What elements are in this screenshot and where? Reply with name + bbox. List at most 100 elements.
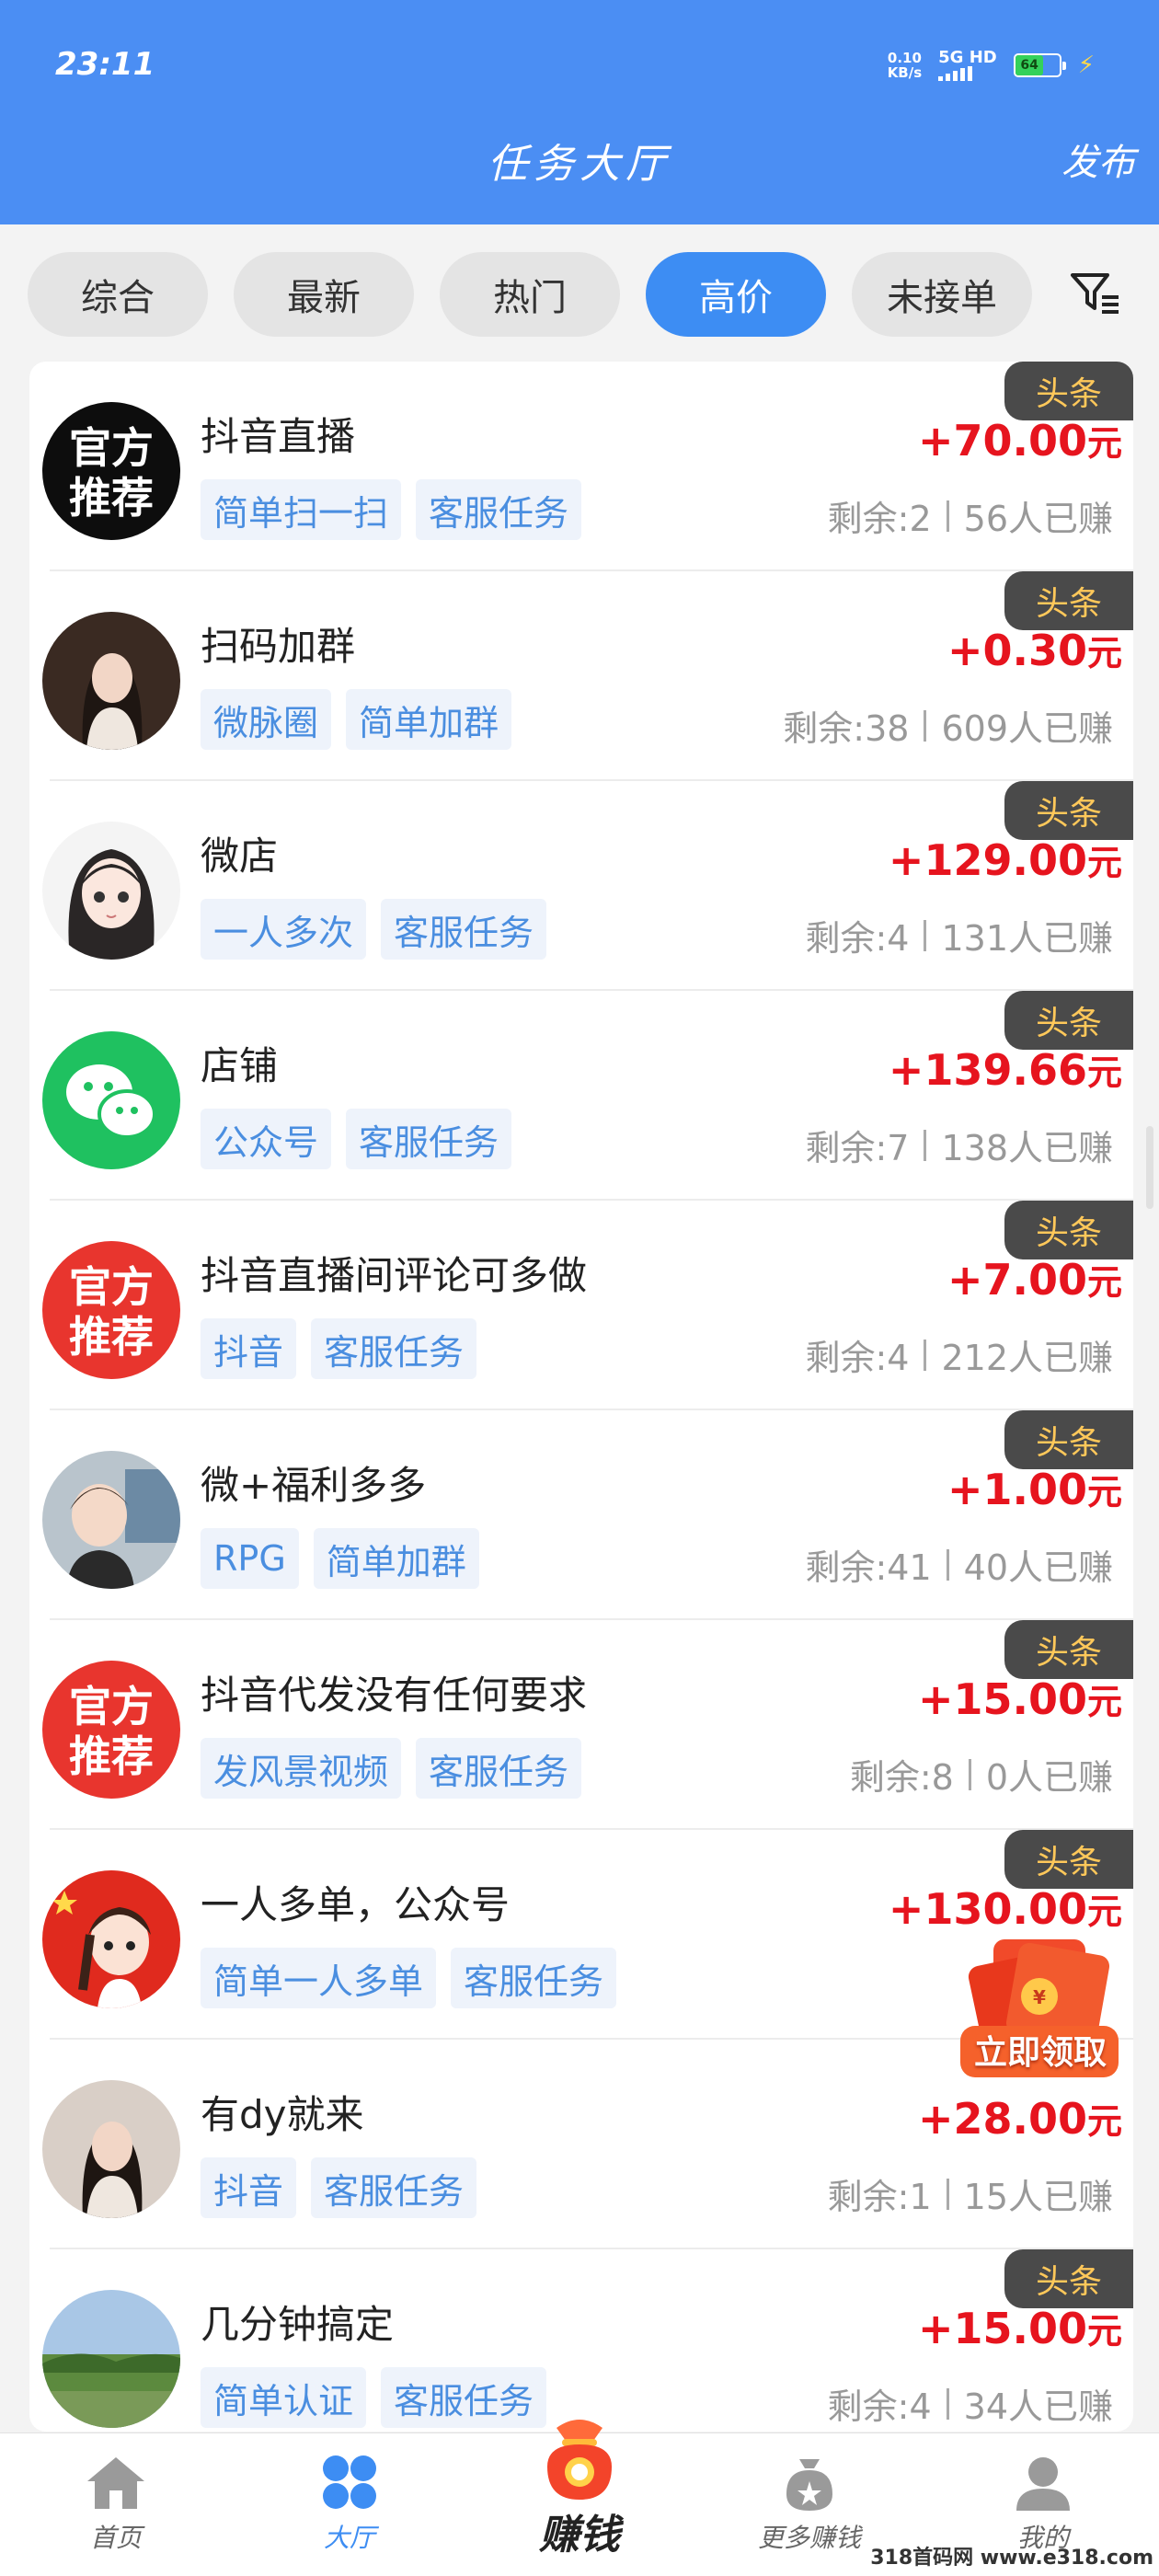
remaining-count: 剩余:8 (849, 1757, 954, 1798)
task-stats: 剩余:2 56人已赚 (828, 490, 1113, 541)
task-title: 几分钟搞定 (201, 2302, 395, 2347)
avatar (42, 822, 180, 960)
earned-count: 34人已赚 (963, 2386, 1113, 2427)
task-tag: 简单加群 (346, 689, 512, 750)
tab-high-price[interactable]: 高价 (646, 252, 826, 337)
tab-comprehensive[interactable]: 综合 (28, 252, 208, 337)
task-price: +130.00元 (889, 1883, 1122, 1934)
task-row[interactable]: 几分钟搞定 简单认证 客服任务 头条 +15.00元 剩余:4 34人已赚 (29, 2249, 1133, 2432)
task-row[interactable]: 店铺 公众号 客服任务 头条 +139.66元 剩余:7 138人已赚 (29, 991, 1133, 1201)
remaining-count: 剩余:1 (827, 2177, 932, 2217)
tab-hot[interactable]: 热门 (440, 252, 620, 337)
task-title: 抖音直播间评论可多做 (201, 1253, 588, 1298)
wechat-image (42, 1031, 180, 1169)
tab-latest[interactable]: 最新 (234, 252, 414, 337)
task-price: +7.00元 (947, 1254, 1122, 1305)
earned-count: 609人已赚 (941, 708, 1113, 749)
nav-mine[interactable]: 我的 (970, 2454, 1117, 2555)
watermark: 318首码网 www.e318.com (870, 2547, 1153, 2570)
task-tag: 发风景视频 (201, 1738, 402, 1799)
app-header: 23:11 0.10 KB/s 5G HD 64 ⚡ 任务大厅 发布 (0, 0, 1159, 224)
price-unit: 元 (1086, 2311, 1122, 2352)
nav-home[interactable]: 首页 (42, 2454, 189, 2555)
task-list: 官方 推荐 抖音直播 简单扫一扫 客服任务 头条 +70.00元 剩余:2 56人已赚 扫码加… (29, 362, 1133, 2432)
task-tags: 抖音 客服任务 (201, 1318, 477, 1379)
task-tag: 客服任务 (381, 899, 547, 960)
stats-separator (924, 1129, 927, 1161)
stats-separator (924, 1339, 927, 1371)
task-stats: 剩余:1 15人已赚 (828, 2168, 1113, 2219)
price-unit: 元 (1086, 843, 1122, 883)
task-stats: 剩余:41 40人已赚 (805, 1539, 1113, 1590)
remaining-count: 剩余:4 (805, 918, 910, 959)
battery-icon: 64 (1013, 53, 1066, 77)
price-unit: 元 (1086, 1262, 1122, 1303)
avatar (42, 2080, 180, 2218)
price-value: +70.00 (917, 416, 1087, 466)
headline-badge: 头条 (1004, 1201, 1133, 1259)
stats-separator (924, 919, 927, 951)
filter-icon[interactable] (1067, 266, 1122, 321)
price-value: +1.00 (947, 1465, 1087, 1514)
headline-badge: 头条 (1004, 1830, 1133, 1889)
nav-hall[interactable]: 大厅 (276, 2454, 423, 2555)
earned-count: 56人已赚 (963, 499, 1113, 539)
status-time: 23:11 (55, 46, 155, 83)
task-tags: 一人多次 客服任务 (201, 899, 547, 960)
price-value: +15.00 (917, 2304, 1087, 2353)
avatar (42, 1451, 180, 1589)
task-price: +15.00元 (918, 1673, 1122, 1724)
anime-girl-image (42, 822, 180, 960)
task-row[interactable]: 微店 一人多次 客服任务 头条 +129.00元 剩余:4 131人已赚 (29, 781, 1133, 991)
task-tag: 客服任务 (346, 1109, 512, 1169)
task-tag: 客服任务 (311, 1318, 477, 1379)
signal-icon: 5G HD (938, 50, 997, 81)
scrollbar[interactable] (1146, 1126, 1153, 1209)
price-value: +0.30 (947, 626, 1087, 675)
task-stats: 剩余:4 131人已赚 (805, 910, 1113, 960)
headline-badge: 头条 (1004, 362, 1133, 420)
task-price: +15.00元 (918, 2303, 1122, 2353)
stats-separator (946, 2178, 949, 2210)
red-envelope-button[interactable]: ¥ 立即领取 (957, 1930, 1122, 2087)
earned-count: 212人已赚 (941, 1338, 1113, 1378)
task-tag: 客服任务 (451, 1948, 617, 2008)
stats-separator (946, 2387, 949, 2420)
grid-icon (323, 2455, 376, 2509)
task-title: 一人多单，公众号 (201, 1882, 511, 1927)
publish-button[interactable]: 发布 (1061, 132, 1135, 186)
task-price: +129.00元 (889, 834, 1122, 885)
task-tag: 客服任务 (416, 479, 582, 540)
stats-separator (946, 500, 949, 532)
nav-more-earn[interactable]: 更多赚钱 (736, 2454, 883, 2555)
task-tag: 一人多次 (201, 899, 367, 960)
user-icon (1016, 2457, 1070, 2511)
bottom-nav: 首页 大厅 赚钱 更多赚钱 我的 318首码网 www.e318.com (0, 2420, 1159, 2576)
task-row[interactable]: 微+福利多多 RPG 简单加群 头条 +1.00元 剩余:41 40人已赚 (29, 1410, 1133, 1620)
task-title: 扫码加群 (201, 624, 356, 669)
nav-earn[interactable]: 赚钱 (506, 2411, 653, 2560)
task-title: 店铺 (201, 1043, 279, 1088)
task-tag: 简单加群 (313, 1528, 479, 1589)
task-stats: 剩余:38 609人已赚 (783, 700, 1113, 751)
tab-unaccepted[interactable]: 未接单 (852, 252, 1032, 337)
task-row[interactable]: 官方 推荐 抖音直播间评论可多做抖音 客服任务 头条 +7.00元 剩余:4 212人已赚 (29, 1201, 1133, 1410)
official-red-image: 官方 推荐 (42, 1241, 180, 1379)
svg-text:官方: 官方 (69, 1682, 154, 1731)
task-row[interactable]: 扫码加群 微脉圈 简单加群 头条 +0.30元 剩余:38 609人已赚 (29, 571, 1133, 781)
headline-badge: 头条 (1004, 781, 1133, 840)
home-icon (87, 2457, 144, 2509)
avatar: 官方 推荐 (42, 1241, 180, 1379)
svg-text:推荐: 推荐 (69, 473, 154, 523)
price-value: +139.66 (888, 1045, 1087, 1095)
task-row[interactable]: 官方 推荐 抖音代发没有任何要求 发风景视频 客服任务 头条 +15.00元 剩余:8 0人已… (29, 1620, 1133, 1830)
price-value: +130.00 (888, 1884, 1087, 1934)
stats-separator (946, 1548, 949, 1581)
avatar (42, 2290, 180, 2428)
official-black-image: 官方 推荐 (42, 402, 180, 540)
task-row[interactable]: 官方 推荐 抖音直播 简单扫一扫 客服任务 头条 +70.00元 剩余:2 56人已赚 (29, 362, 1133, 571)
remaining-count: 剩余:2 (827, 499, 932, 539)
task-stats: 剩余:4 212人已赚 (805, 1329, 1113, 1380)
svg-text:官方: 官方 (69, 1262, 154, 1312)
remaining-count: 剩余:4 (805, 1338, 910, 1378)
